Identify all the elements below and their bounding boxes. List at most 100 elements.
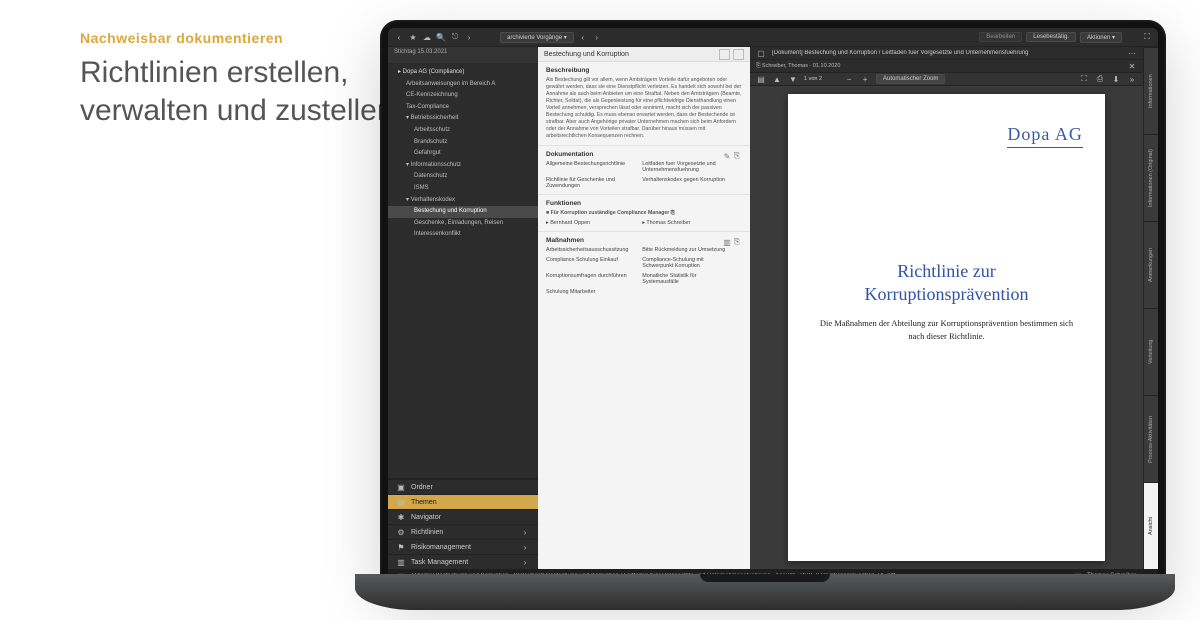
read-confirm-button[interactable]: Lesebestätig. <box>1026 32 1076 42</box>
edit-icon[interactable]: ✎ <box>722 151 732 161</box>
present-icon[interactable]: ⛶ <box>1079 74 1089 84</box>
tree-node[interactable]: ▸ Dopa AG (Compliance) <box>388 67 538 79</box>
edit-button[interactable]: Bearbeiten <box>979 32 1022 42</box>
expand-button[interactable] <box>719 49 730 60</box>
pdf-page: Dopa AG Richtlinie zur Korruptionspräven… <box>788 94 1105 561</box>
measure-item[interactable]: Bitte Rückmeldung zur Umsetzung <box>642 247 728 253</box>
rules-icon: ⚙ <box>396 527 406 537</box>
nav-icon: ✱ <box>396 512 406 522</box>
folder-icon[interactable]: ▥ <box>722 237 732 247</box>
link-icon[interactable]: ⎘ <box>732 237 742 247</box>
right-tab[interactable]: Informationen <box>1144 47 1158 134</box>
exit-icon[interactable]: ⎋ <box>450 32 460 42</box>
measure-item[interactable]: Monatliche Statistik für Systemausfälle <box>642 273 728 285</box>
tree-node[interactable]: CE-Kennzeichnung <box>388 90 538 102</box>
tree-node[interactable]: ▾ Betriebssicherheit <box>388 113 538 125</box>
sidebar-nav-risk[interactable]: ⚑Risikomanagement› <box>388 539 538 554</box>
person-item[interactable]: ▸ Bernhard Oppen <box>546 220 632 226</box>
sidebar-nav-themes[interactable]: ▤Themen <box>388 494 538 509</box>
pdf-viewport[interactable]: Dopa AG Richtlinie zur Korruptionspräven… <box>750 86 1143 569</box>
tree-node[interactable]: ▾ Informationsschutz <box>388 160 538 172</box>
zoom-dropdown[interactable]: Automatischer Zoom <box>876 74 945 84</box>
right-tab[interactable]: Verteilung <box>1144 308 1158 395</box>
description-body: Als Bestechung gilt vor allem, wenn Amts… <box>546 77 742 140</box>
close-icon[interactable]: ✕ <box>1127 61 1137 71</box>
actions-dropdown[interactable]: Aktionen ▾ <box>1080 32 1122 43</box>
sidebar: Stichtag 15.03.2021 ▸ Dopa AG (Complianc… <box>388 47 538 569</box>
star-icon[interactable]: ★ <box>408 32 418 42</box>
documentation-item[interactable]: Richtlinie für Geschenke und Zuwendungen <box>546 177 632 189</box>
tree-node[interactable]: Interessenkonflikt <box>388 229 538 241</box>
measure-item[interactable]: Compliance Schulung Einkauf <box>546 257 632 269</box>
print-icon[interactable]: ⎙ <box>1095 74 1105 84</box>
tree-node[interactable]: Arbeitsanweisungen im Bereich A <box>388 79 538 91</box>
company-brand: Dopa AG <box>1007 124 1083 148</box>
back-icon[interactable]: ‹ <box>394 32 404 42</box>
reference-date: Stichtag 15.03.2021 <box>388 47 538 63</box>
chevron-right-icon[interactable]: › <box>592 32 602 42</box>
sidebar-nav-rules[interactable]: ⚙Richtlinien› <box>388 524 538 539</box>
functions-heading: Funktionen <box>546 200 742 207</box>
measures-heading: Maßnahmen <box>546 237 584 244</box>
cloud-icon[interactable]: ☁ <box>422 32 432 42</box>
forward-icon[interactable]: › <box>464 32 474 42</box>
documentation-item[interactable]: Leitfaden fuer Vorgesetzte und Unternehm… <box>642 161 728 173</box>
tools-icon[interactable]: » <box>1127 74 1137 84</box>
more-icon[interactable]: ⋯ <box>1127 48 1137 58</box>
tree-node[interactable]: ISMS <box>388 183 538 195</box>
people-list: ▸ Bernhard Oppen ▸ Thomas Schreiber <box>546 220 742 226</box>
chevron-left-icon[interactable]: ‹ <box>578 32 588 42</box>
document-title: [Dokument] Bestechung und Korruption / L… <box>772 50 1029 56</box>
center-header: Bestechung und Korruption <box>538 47 750 62</box>
functions-group: ■ Für Korruption zuständige Compliance M… <box>546 210 742 217</box>
sidebar-nav-nav[interactable]: ✱Navigator <box>388 509 538 524</box>
collapse-button[interactable] <box>733 49 744 60</box>
right-tab[interactable]: Ansicht <box>1144 482 1158 569</box>
sidebar-nav-folder[interactable]: ▣Ordner <box>388 479 538 494</box>
tree-node[interactable]: Tax-Compliance <box>388 102 538 114</box>
tree-node[interactable]: Geschenke, Einladungen, Reisen <box>388 218 538 230</box>
documentation-item[interactable]: Allgemeine Bestechungsrichtlinie <box>546 161 632 173</box>
search-icon[interactable]: 🔍 <box>436 32 446 42</box>
right-tab[interactable]: Informationen (Original) <box>1144 134 1158 221</box>
sidebar-toggle-icon[interactable]: ▤ <box>756 74 766 84</box>
app: ‹ ★ ☁ 🔍 ⎋ › archivierte Vorgänge ▾ ‹ › B… <box>388 28 1158 583</box>
top-toolbar: ‹ ★ ☁ 🔍 ⎋ › archivierte Vorgänge ▾ ‹ › B… <box>388 28 1158 47</box>
risk-icon: ⚑ <box>396 542 406 552</box>
page-down-icon[interactable]: ▼ <box>788 74 798 84</box>
documentation-heading: Dokumentation <box>546 151 593 158</box>
right-tab[interactable]: Anmerkungen <box>1144 221 1158 308</box>
sidebar-nav: ▣Ordner▤Themen✱Navigator⚙Richtlinien›⚑Ri… <box>388 478 538 569</box>
zoom-out-icon[interactable]: − <box>844 74 854 84</box>
download-icon[interactable]: ⬇ <box>1111 74 1121 84</box>
documentation-item[interactable]: Verhaltenskodex gegen Korruption <box>642 177 728 189</box>
sidebar-nav-task[interactable]: ▥Task Management› <box>388 554 538 569</box>
fullscreen-icon[interactable]: ⛶ <box>1142 32 1152 42</box>
link-icon[interactable]: ⎘ <box>732 151 742 161</box>
document-meta-bar: ⎘ Schreiber, Thomas · 01.10.2020 ✕ <box>750 60 1143 73</box>
document-heading: Richtlinie zur Korruptionsprävention <box>818 260 1075 305</box>
tree-node[interactable]: Bestechung und Korruption <box>388 206 538 218</box>
topic-tree[interactable]: ▸ Dopa AG (Compliance)Arbeitsanweisungen… <box>388 63 538 478</box>
zoom-in-icon[interactable]: + <box>860 74 870 84</box>
archive-dropdown[interactable]: archivierte Vorgänge ▾ <box>500 32 574 43</box>
chevron-right-icon: › <box>520 557 530 567</box>
tree-node[interactable]: Arbeitsschutz <box>388 125 538 137</box>
headline: Richtlinien erstellen, verwalten und zus… <box>80 54 400 129</box>
tree-node[interactable]: Datenschutz <box>388 171 538 183</box>
document-panel: ▢ [Dokument] Bestechung und Korruption /… <box>750 47 1158 569</box>
person-item[interactable]: ▸ Thomas Schreiber <box>642 220 728 226</box>
tree-node[interactable]: ▾ Verhaltenskodex <box>388 195 538 207</box>
tree-node[interactable]: Gefahrgut <box>388 148 538 160</box>
measure-item[interactable]: Arbeitssicherheitsausschussitzung <box>546 247 632 253</box>
measure-item[interactable]: Compliance-Schulung mit Schwerpunkt Korr… <box>642 257 728 269</box>
measure-item[interactable]: Schulung Mitarbeiter <box>546 289 632 295</box>
right-tab[interactable]: Prozess-Aktivitäten <box>1144 395 1158 482</box>
page-up-icon[interactable]: ▲ <box>772 74 782 84</box>
laptop-frame: ‹ ★ ☁ 🔍 ⎋ › archivierte Vorgänge ▾ ‹ › B… <box>355 20 1175 610</box>
task-icon: ▥ <box>396 557 406 567</box>
measure-item[interactable]: Korruptionsumfragen durchführen <box>546 273 632 285</box>
folder-icon: ▣ <box>396 482 406 492</box>
tree-node[interactable]: Brandschutz <box>388 137 538 149</box>
measures-list: Arbeitssicherheitsausschussitzung Bitte R… <box>546 247 742 295</box>
